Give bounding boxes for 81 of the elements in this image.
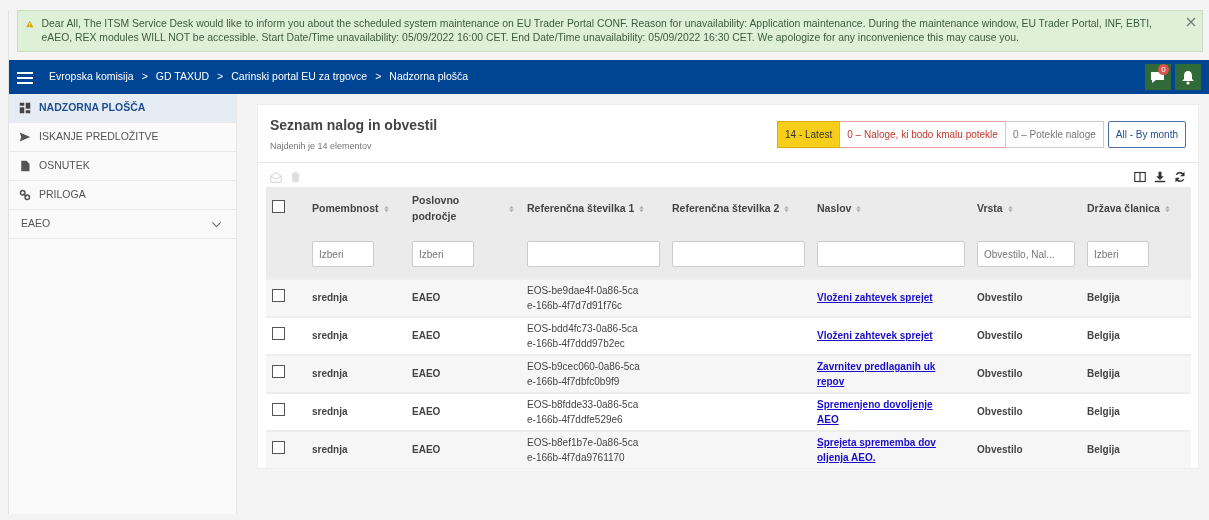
sidebar-item[interactable]: OSNUTEK xyxy=(9,152,236,182)
notice-text: Dear All, The ITSM Service Desk would like to inform you about the scheduled system maintenance on EU Trader Portal CONF. Reason for unavailability: Application maintenance. During the maintenance window, EU Trader Portal, INF, EBTI, eAEO, REX modules WILL NOT be accessible. Start Date/Time unavailability: 05/09/2022 16:00 CET. End Date/Time unavailability: 05/09/2022 16:30 CET. We apologize for any inconvenience this may cause you. xyxy=(41,17,1153,46)
sidebar-item[interactable]: EAEO xyxy=(9,210,236,240)
table-cell: srednja xyxy=(312,330,348,342)
filter-button[interactable]: 0 – Potekle naloge xyxy=(1004,120,1104,148)
column-header[interactable]: Naslov xyxy=(817,200,852,217)
table-cell: srednja xyxy=(312,444,348,456)
table-cell: Obvestilo xyxy=(977,368,1023,380)
row-checkbox[interactable] xyxy=(272,289,285,303)
table-cell: Obvestilo xyxy=(977,292,1023,304)
table-cell: srednja xyxy=(312,368,348,380)
title-link[interactable]: Spremenjeno dovoljenje AEO xyxy=(817,396,937,427)
chat-bubble-icon xyxy=(1150,70,1166,85)
breadcrumb-link[interactable]: GD TAXUD xyxy=(155,69,210,85)
download-icon xyxy=(1154,170,1166,183)
refresh-icon xyxy=(1174,170,1186,183)
table-cell: EAEO xyxy=(412,292,441,304)
sort-icon xyxy=(783,203,791,214)
breadcrumb-separator: > xyxy=(217,69,224,85)
row-checkbox[interactable] xyxy=(272,327,285,341)
row-checkbox[interactable] xyxy=(272,365,285,379)
row-checkbox[interactable] xyxy=(272,403,285,417)
filter-select[interactable]: Izberi xyxy=(1087,241,1149,268)
table-cell: EAEO xyxy=(412,444,441,456)
title-link[interactable]: Vloženi zahtevek sprejet xyxy=(817,328,937,344)
filter-select[interactable]: Izberi xyxy=(412,241,474,268)
reference-number: EOS-bdd4fc73-0a86-5cae-166b-4f7ddd97b2ec xyxy=(527,321,639,351)
link-icon xyxy=(19,189,31,202)
messages-button[interactable]: 0 xyxy=(1145,64,1171,91)
breadcrumb-link[interactable]: Carinski portal EU za trgovce xyxy=(231,69,368,85)
table-cell: EAEO xyxy=(412,368,441,380)
sort-icon xyxy=(1163,203,1171,214)
table-cell: Belgija xyxy=(1087,406,1120,418)
table-cell: srednja xyxy=(312,292,348,304)
sidebar-item[interactable]: NADZORNA PLOŠČA xyxy=(9,94,236,124)
reference-number: EOS-b8fdde33-0a86-5cae-166b-4f7ddfe529e6 xyxy=(527,397,640,427)
breadcrumb-separator: > xyxy=(375,69,382,85)
table-cell: Obvestilo xyxy=(977,406,1023,418)
notification-count: 0 xyxy=(1158,64,1169,76)
document-icon xyxy=(19,160,31,173)
sort-icon xyxy=(855,203,863,214)
breadcrumb-current: Nadzorna plošča xyxy=(389,69,469,85)
panel-title: Seznam nalog in obvestil xyxy=(270,116,439,136)
filter-input[interactable] xyxy=(672,241,805,268)
columns-icon xyxy=(1134,170,1146,183)
table-cell: srednja xyxy=(312,406,348,418)
sort-icon xyxy=(382,203,390,214)
table-cell: EAEO xyxy=(412,330,441,342)
reference-number: EOS-b9cec060-0a86-5cae-166b-4f7dbfc0b9f9 xyxy=(527,359,641,389)
bell-icon[interactable] xyxy=(1175,64,1201,91)
trash-icon xyxy=(290,170,301,183)
sidebar-item[interactable]: PRILOGA xyxy=(9,181,236,211)
sort-icon xyxy=(508,203,515,214)
breadcrumb-link[interactable]: Evropska komisija xyxy=(49,69,134,85)
table-cell: Obvestilo xyxy=(977,330,1023,342)
result-count: Najdenih je 14 elementov xyxy=(270,140,373,154)
column-header[interactable]: Vrsta xyxy=(977,200,1003,217)
filter-input[interactable] xyxy=(527,241,660,268)
table-cell: Obvestilo xyxy=(977,444,1023,456)
table-cell: EAEO xyxy=(412,406,441,418)
filter-select[interactable]: Izberi xyxy=(312,241,374,268)
envelope-icon xyxy=(270,170,282,183)
table-cell: Belgija xyxy=(1087,330,1120,342)
table-cell: Belgija xyxy=(1087,444,1120,456)
sort-icon xyxy=(1006,203,1014,214)
send-icon xyxy=(19,131,31,144)
filter-input[interactable] xyxy=(817,241,965,268)
filter-button[interactable]: 0 – Naloge, ki bodo kmalu potekle xyxy=(839,120,1006,148)
filter-button[interactable]: All - By month xyxy=(1107,120,1186,148)
table-cell: Belgija xyxy=(1087,292,1120,304)
dashboard-icon xyxy=(19,102,31,115)
row-checkbox[interactable] xyxy=(272,441,285,455)
reference-number: EOS-be9dae4f-0a86-5cae-166b-4f7d7d91f76c xyxy=(527,283,640,313)
breadcrumb-separator: > xyxy=(141,69,148,85)
select-all-checkbox[interactable] xyxy=(272,199,285,213)
filter-button[interactable]: 14 - Latest xyxy=(777,120,841,148)
sidebar-item[interactable]: ISKANJE PREDLOŽITVE xyxy=(9,123,236,153)
table-cell: Belgija xyxy=(1087,368,1120,380)
filter-select[interactable]: Obvestilo, Nal... xyxy=(977,241,1075,268)
sort-icon xyxy=(638,203,646,214)
reference-number: EOS-b8ef1b7e-0a86-5cae-166b-4f7da9761170 xyxy=(527,435,640,465)
